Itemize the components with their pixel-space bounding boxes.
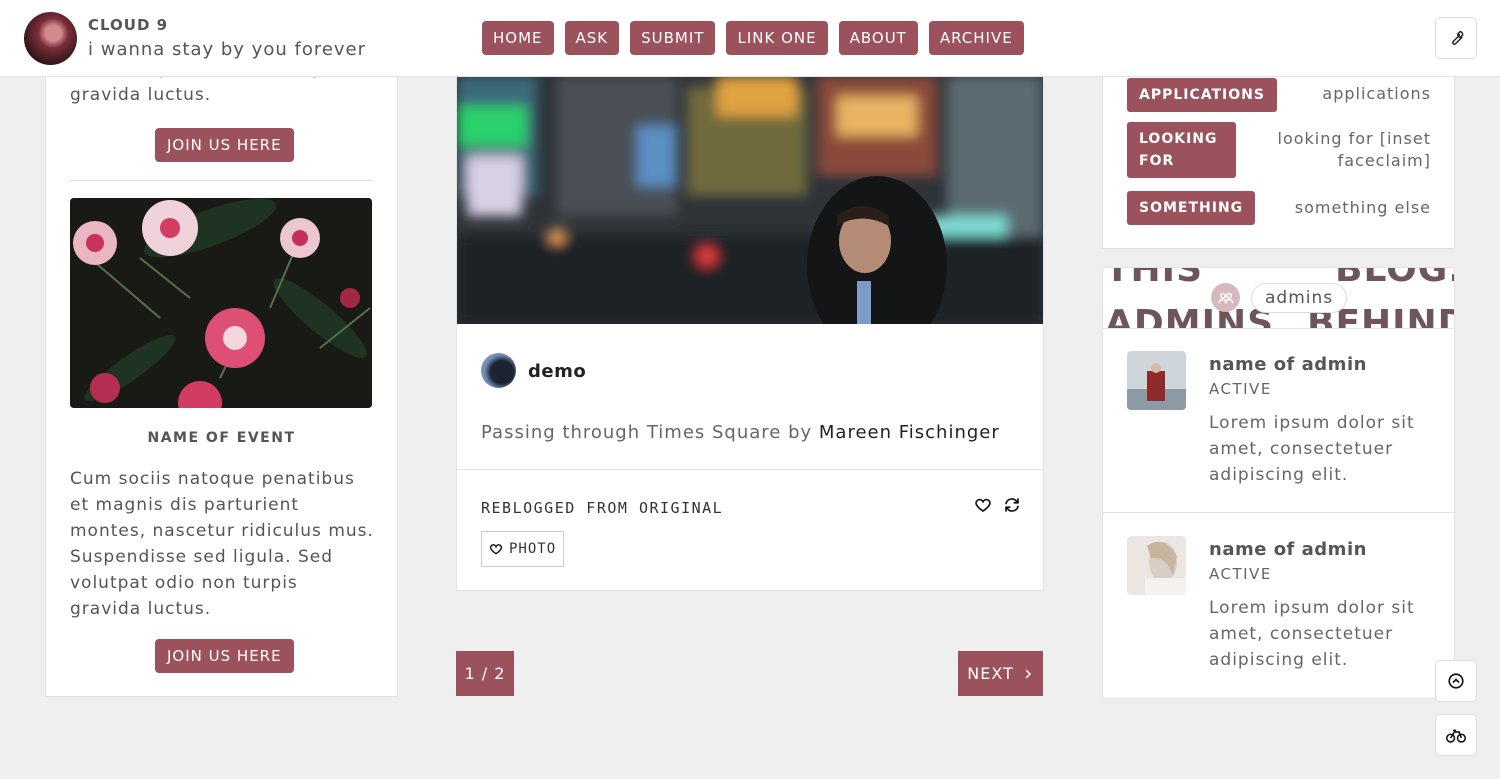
admin-avatar[interactable] (1127, 536, 1186, 595)
flowers-illustration (70, 198, 372, 408)
info-value: looking for [inset faceclaim] (1277, 129, 1431, 170)
banner-word: BLOG. (1335, 268, 1454, 290)
times-square-photo (457, 76, 1043, 324)
join-us-button-1[interactable]: JOIN US HERE (155, 128, 294, 162)
nav-ask-button[interactable]: ASK (564, 21, 620, 55)
nav-link-one-button[interactable]: LINK ONE (726, 21, 828, 55)
nav-submit-button[interactable]: SUBMIT (630, 21, 716, 55)
join-us-button-2[interactable]: JOIN US HERE (155, 639, 294, 673)
bike-icon (1446, 729, 1466, 743)
blog-avatar[interactable] (24, 12, 77, 65)
info-value: applications (1322, 84, 1431, 103)
scroll-top-icon (1448, 673, 1464, 689)
post-photo[interactable] (457, 76, 1043, 324)
banner-word: THIS (1105, 268, 1204, 290)
divider (70, 180, 372, 181)
event-name: NAME OF EVENT (147, 430, 296, 446)
admin-bio: Lorem ipsum dolor sit amet, consectetuer… (1209, 598, 1415, 670)
left-sidebar: Sed volutpat odio non turpis gravida luc… (45, 76, 398, 697)
post: demo Passing through Times Square by Mar… (456, 76, 1044, 591)
nav-home-button[interactable]: HOME (482, 21, 554, 55)
reblog-source[interactable]: REBLOGGED FROM ORIGINAL (481, 499, 723, 517)
admins-banner: THIS BLOG. ADMINS BEHIND admins (1103, 268, 1454, 329)
info-panel: APPLICATIONS applications LOOKING FOR lo… (1102, 76, 1455, 249)
info-value: something else (1294, 198, 1431, 217)
admin-status: ACTIVE (1209, 565, 1272, 583)
next-page-button[interactable]: NEXT (958, 651, 1043, 696)
chevron-right-icon (1025, 668, 1031, 679)
event-description: Cum sociis natoque penatibus et magnis d… (70, 469, 374, 619)
caption-credit-link[interactable]: Mareen Fischinger (819, 422, 1000, 443)
group-icon (1211, 283, 1240, 312)
tag-label: PHOTO (509, 541, 557, 557)
admin-name: name of admin (1209, 354, 1367, 375)
blog-description: i wanna stay by you forever (88, 39, 367, 60)
heart-icon (489, 544, 503, 555)
author-avatar[interactable] (481, 353, 516, 388)
post-caption: Passing through Times Square by Mareen F… (481, 422, 1000, 443)
page-indicator: 1 / 2 (456, 651, 514, 696)
banner-word: ADMINS (1105, 303, 1275, 329)
admin-name: name of admin (1209, 539, 1367, 560)
customize-button[interactable] (1435, 17, 1477, 59)
admin-card: name of admin ACTIVE Lorem ipsum dolor s… (1103, 328, 1454, 512)
event-description-top: Sed volutpat odio non turpis gravida luc… (70, 76, 338, 105)
info-key[interactable]: APPLICATIONS (1127, 78, 1277, 112)
admin-status: ACTIVE (1209, 380, 1272, 398)
admins-panel: THIS BLOG. ADMINS BEHIND admins name of … (1102, 267, 1455, 699)
wrench-icon (1452, 30, 1464, 45)
heart-icon[interactable] (974, 496, 992, 514)
next-label: NEXT (967, 664, 1014, 683)
main-nav: HOME ASK SUBMIT LINK ONE ABOUT ARCHIVE (482, 21, 1024, 55)
event-image (70, 198, 372, 408)
info-key[interactable]: SOMETHING (1127, 191, 1256, 225)
theme-credit-button[interactable] (1435, 714, 1477, 756)
nav-about-button[interactable]: ABOUT (838, 21, 918, 55)
caption-text: Passing through Times Square by (481, 422, 819, 443)
scroll-top-button[interactable] (1435, 660, 1477, 702)
header: CLOUD 9 i wanna stay by you forever HOME… (0, 0, 1500, 77)
divider (457, 469, 1043, 470)
admin-card: name of admin ACTIVE Lorem ipsum dolor s… (1103, 513, 1454, 697)
post-author[interactable]: demo (528, 361, 586, 382)
admin-bio: Lorem ipsum dolor sit amet, consectetuer… (1209, 413, 1415, 485)
admins-heading: admins (1251, 283, 1348, 313)
reblog-icon[interactable] (1003, 496, 1021, 514)
admin-avatar[interactable] (1127, 351, 1186, 410)
info-key[interactable]: LOOKING FOR (1127, 122, 1236, 178)
blog-title[interactable]: CLOUD 9 (88, 16, 168, 34)
nav-archive-button[interactable]: ARCHIVE (928, 21, 1024, 55)
tag-photo[interactable]: PHOTO (481, 531, 565, 567)
